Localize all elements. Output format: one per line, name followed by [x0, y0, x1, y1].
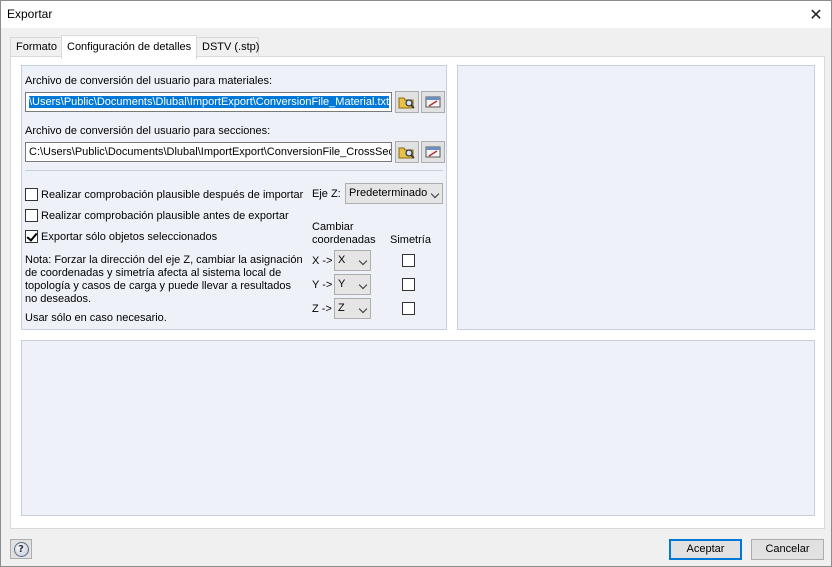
note-line-4: no deseados.	[25, 293, 92, 305]
chevron-down-icon	[358, 256, 368, 266]
separator	[25, 170, 443, 171]
close-button[interactable]: ✕	[801, 1, 831, 28]
export-dialog: Exportar ✕ Formato Configuración de deta…	[0, 0, 832, 567]
note-line-2: de coordenadas y simetría afecta al sist…	[25, 267, 282, 279]
check-before-export-checkbox[interactable]	[25, 209, 38, 222]
coord-y-select[interactable]: Y	[334, 274, 371, 295]
help-button[interactable]: ?	[10, 539, 32, 559]
check-before-export-option[interactable]: Realizar comprobación plausible antes de…	[25, 209, 289, 222]
note-line-5: Usar sólo en caso necesario.	[25, 312, 167, 324]
edit-file-icon	[425, 146, 441, 158]
check-after-import-checkbox[interactable]	[25, 188, 38, 201]
export-selected-only-label: Exportar sólo objetos seleccionados	[41, 230, 218, 243]
sections-file-input[interactable]: C:\Users\Public\Documents\Dlubal\ImportE…	[25, 142, 392, 162]
cancel-button[interactable]: Cancelar	[751, 539, 824, 560]
coord-z-select[interactable]: Z	[334, 298, 371, 319]
edit-file-icon	[425, 96, 441, 108]
materials-file-input[interactable]: \Users\Public\Documents\Dlubal\ImportExp…	[25, 92, 392, 112]
coord-z-value: Z	[338, 302, 345, 314]
coord-x-value: X	[338, 254, 346, 266]
window-title: Exportar	[7, 7, 53, 21]
accept-button[interactable]: Aceptar	[669, 539, 742, 560]
tab-panel: Archivo de conversión del usuario para m…	[10, 56, 825, 529]
note-line-1: Nota: Forzar la dirección del eje Z, cam…	[25, 254, 303, 266]
sections-edit-button[interactable]	[421, 141, 445, 163]
help-icon: ?	[13, 541, 29, 557]
symmetry-y-checkbox[interactable]	[402, 278, 415, 291]
info-panel	[21, 340, 815, 516]
title-bar: Exportar ✕	[1, 1, 831, 28]
chevron-down-icon	[358, 280, 368, 290]
symmetry-header: Simetría	[390, 234, 431, 246]
materials-edit-button[interactable]	[421, 91, 445, 113]
materials-file-path: \Users\Public\Documents\Dlubal\ImportExp…	[29, 96, 390, 108]
export-selected-only-option[interactable]: Exportar sólo objetos seleccionados	[25, 230, 217, 243]
settings-group: Archivo de conversión del usuario para m…	[21, 65, 447, 330]
coord-y-value: Y	[338, 278, 346, 290]
coord-z-label: Z ->	[312, 303, 332, 315]
export-selected-only-checkbox[interactable]	[25, 230, 38, 243]
z-axis-select[interactable]: Predeterminado	[345, 183, 443, 204]
materials-file-label: Archivo de conversión del usuario para m…	[25, 75, 273, 87]
z-axis-value: Predeterminado	[349, 187, 428, 199]
sections-browse-button[interactable]	[395, 141, 419, 163]
sections-file-label: Archivo de conversión del usuario para s…	[25, 125, 271, 137]
tab-formato[interactable]: Formato	[10, 37, 62, 57]
folder-search-icon	[398, 97, 415, 109]
folder-search-icon	[398, 147, 415, 159]
symmetry-z-checkbox[interactable]	[402, 302, 415, 315]
coord-x-select[interactable]: X	[334, 250, 371, 271]
coord-x-label: X ->	[312, 255, 333, 267]
tab-configuracion-detalles[interactable]: Configuración de detalles	[61, 35, 197, 59]
tab-dstv[interactable]: DSTV (.stp)	[196, 37, 259, 57]
coord-y-label: Y ->	[312, 279, 333, 291]
check-after-import-option[interactable]: Realizar comprobación plausible después …	[25, 188, 303, 201]
chevron-down-icon	[430, 189, 440, 199]
symmetry-x-checkbox[interactable]	[402, 254, 415, 267]
preview-panel	[457, 65, 815, 330]
close-icon: ✕	[809, 6, 823, 24]
chevron-down-icon	[358, 304, 368, 314]
check-after-import-label: Realizar comprobación plausible después …	[41, 188, 304, 201]
z-axis-label: Eje Z:	[312, 188, 341, 200]
coords-header-line-2: coordenadas	[312, 234, 376, 246]
check-before-export-label: Realizar comprobación plausible antes de…	[41, 209, 289, 222]
coords-header-line-1: Cambiar	[312, 221, 354, 233]
note-line-3: topología y casos de carga y puede lleva…	[25, 280, 291, 292]
materials-browse-button[interactable]	[395, 91, 419, 113]
sections-file-path: C:\Users\Public\Documents\Dlubal\ImportE…	[29, 146, 392, 158]
